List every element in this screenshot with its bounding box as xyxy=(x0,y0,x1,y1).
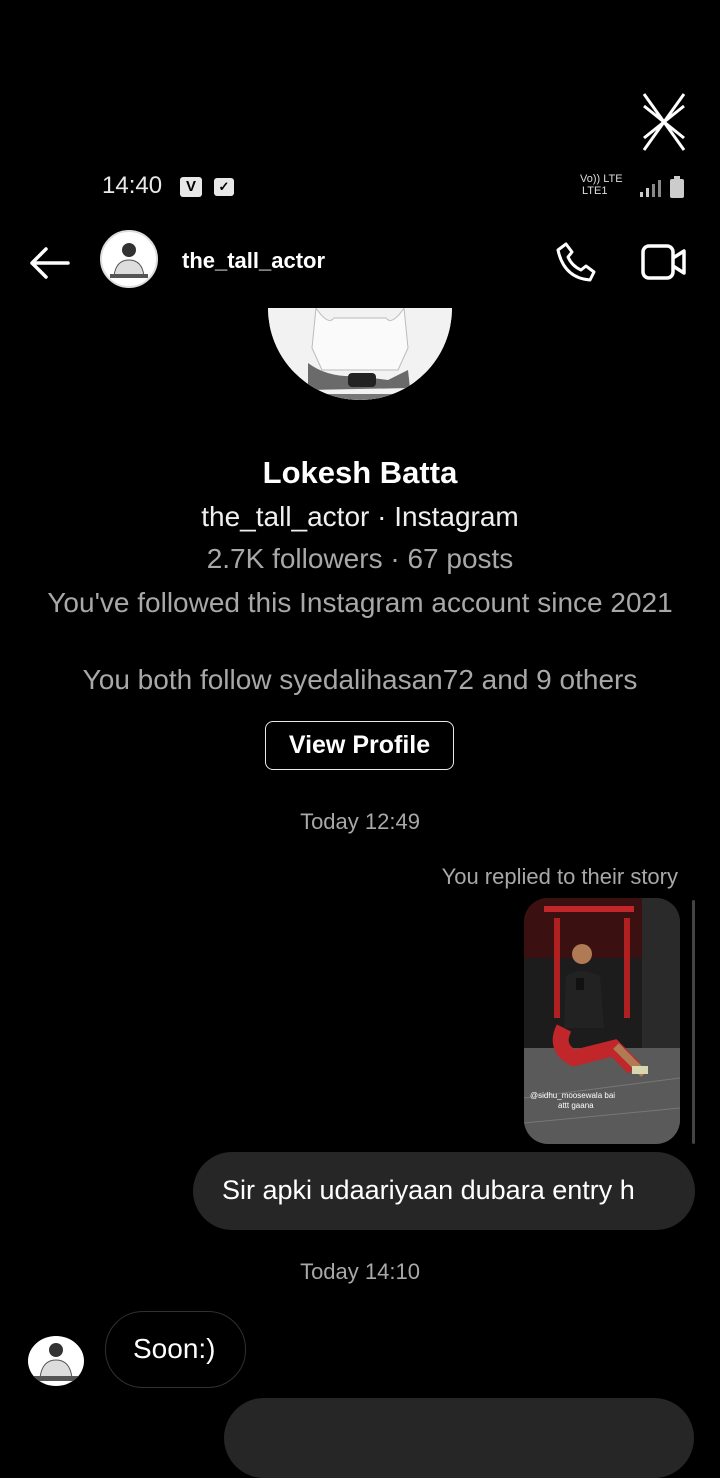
story-thumbnail[interactable]: @sidhu_moosewala bai attt gaana xyxy=(524,898,680,1144)
story-reply-label: You replied to their story xyxy=(441,864,678,889)
svg-text:attt gaana: attt gaana xyxy=(558,1101,594,1110)
avatar[interactable] xyxy=(28,1336,84,1386)
signal-icon xyxy=(640,180,661,197)
timestamp-separator: Today 12:49 xyxy=(300,809,420,834)
story-reply-line xyxy=(692,900,695,1144)
battery-icon xyxy=(670,176,684,198)
sent-message-bubble[interactable] xyxy=(224,1398,694,1478)
view-profile-button[interactable]: View Profile xyxy=(265,721,454,770)
notification-v-icon: V xyxy=(180,177,202,197)
network-label-top: Vo)) LTE xyxy=(580,173,623,185)
avatar[interactable] xyxy=(100,230,158,288)
sent-message-text: Sir apki udaariyaan dubara entry h xyxy=(222,1175,635,1205)
close-icon[interactable] xyxy=(640,92,688,152)
video-icon[interactable] xyxy=(640,242,688,282)
profile-follow-since: You've followed this Instagram account s… xyxy=(47,587,673,618)
status-time: 14:40 xyxy=(102,172,163,199)
network-label-bottom: LTE1 xyxy=(582,185,608,197)
header-username[interactable]: the_tall_actor xyxy=(182,248,325,274)
profile-stats: 2.7K followers · 67 posts xyxy=(206,543,514,574)
profile-name: Lokesh Batta xyxy=(262,455,458,490)
received-message-text: Soon:) xyxy=(133,1333,216,1364)
status-indicators: Vo)) LTE LTE1 xyxy=(580,172,690,202)
profile-mutual-follows: You both follow syedalihasan72 and 9 oth… xyxy=(82,664,638,695)
timestamp-separator: Today 14:10 xyxy=(300,1259,420,1284)
svg-text:@sidhu_moosewala bai: @sidhu_moosewala bai xyxy=(530,1091,615,1100)
profile-handle: the_tall_actor · Instagram xyxy=(201,501,519,532)
profile-photo xyxy=(268,308,452,400)
back-arrow-icon[interactable] xyxy=(28,246,72,280)
phone-icon[interactable] xyxy=(554,240,598,284)
notification-check-icon: ✓ xyxy=(214,178,234,196)
